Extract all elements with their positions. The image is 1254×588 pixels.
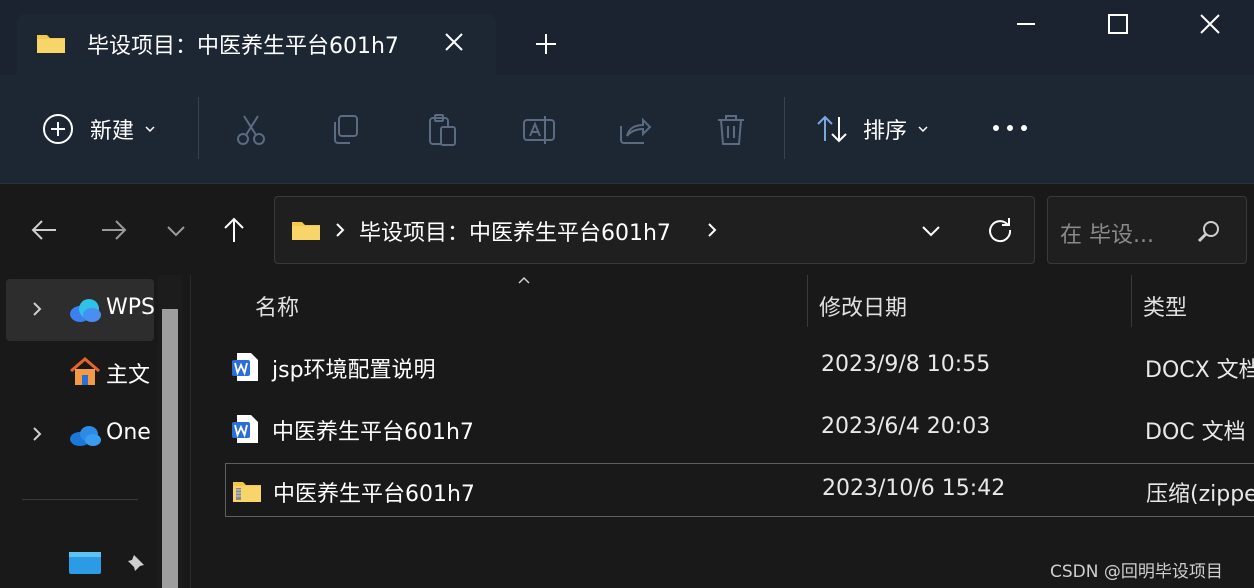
file-type: 压缩(zipped) [1146,482,1254,507]
minimize-icon[interactable] [1014,12,1038,36]
expand-chevron-icon[interactable] [30,425,44,443]
chevron-down-icon [145,126,155,133]
watermark: CSDN @回明毕设项目 [1050,562,1223,582]
file-type: DOC 文档 [1145,420,1246,445]
address-row: 毕设项目：中医养生平台601h7 在 毕设... [0,184,1254,275]
nav-scrollbar-thumb[interactable] [162,309,178,588]
title-bar: 毕设项目：中医养生平台601h7 [0,0,1254,75]
chevron-right-icon[interactable] [333,222,347,238]
column-separator[interactable] [807,275,808,327]
more-options-icon[interactable] [992,120,1028,136]
file-name: jsp环境配置说明 [272,358,436,383]
new-button-label: 新建 [90,119,135,144]
search-box[interactable]: 在 毕设... [1047,196,1247,264]
column-header-type[interactable]: 类型 [1143,290,1187,322]
column-header-name[interactable]: 名称 [255,290,299,322]
address-path[interactable]: 毕设项目：中医养生平台601h7 [359,215,671,247]
file-type: DOCX 文档 [1145,358,1254,383]
file-row[interactable]: 中医养生平台601h7 2023/10/6 15:42 压缩(zipped) [225,463,1254,517]
close-tab-icon[interactable] [442,30,466,54]
explorer-tab[interactable]: 毕设项目：中医养生平台601h7 [17,14,496,75]
new-tab-icon[interactable] [534,32,558,56]
nav-item-home[interactable]: 主文 [6,341,154,403]
sort-button-label: 排序 [863,119,908,144]
cut-icon[interactable] [233,112,269,148]
pin-icon [128,555,144,572]
toolbar-divider [784,97,785,159]
close-window-icon[interactable] [1198,12,1222,36]
file-date: 2023/9/8 10:55 [821,352,991,377]
forward-arrow-icon[interactable] [100,216,128,244]
chevron-right-icon[interactable] [705,222,719,238]
nav-item-onedrive[interactable]: One [6,404,154,466]
back-arrow-icon[interactable] [30,216,58,244]
onedrive-cloud-icon [70,426,101,446]
share-icon[interactable] [617,112,653,148]
file-row[interactable]: 中医养生平台601h7 2023/6/4 20:03 DOC 文档 [225,402,1254,456]
nav-item-label: 主文 [106,363,151,388]
delete-icon[interactable] [713,112,749,148]
nav-item-label: WPS [106,295,154,320]
wps-cloud-icon [70,299,101,322]
maximize-icon[interactable] [1106,12,1130,36]
nav-item-label: One [106,420,151,445]
file-date: 2023/6/4 20:03 [821,414,991,439]
word-document-icon [232,415,258,443]
search-placeholder: 在 毕设... [1060,223,1154,248]
rename-icon[interactable] [521,112,557,148]
address-bar[interactable]: 毕设项目：中医养生平台601h7 [274,196,1035,264]
folder-icon [37,35,65,53]
column-separator[interactable] [1131,275,1132,327]
address-history-chevron-icon[interactable] [919,219,943,243]
command-bar: 新建 排序 [0,75,1254,184]
search-icon[interactable] [1196,219,1222,245]
copy-icon[interactable] [328,112,364,148]
column-header-modified[interactable]: 修改日期 [819,290,907,322]
nav-divider [22,499,138,500]
navigation-pane: WPS 主文 One [0,275,190,588]
zip-folder-icon [233,482,261,502]
file-list: 名称 修改日期 类型 jsp环境配置说明 2023/9/8 10:55 DOCX… [190,275,1254,588]
nav-item-wps[interactable]: WPS [6,279,154,341]
desktop-icon[interactable] [68,551,102,577]
folder-icon [292,222,320,240]
sort-arrows-icon [817,115,847,143]
recent-locations-chevron-icon[interactable] [162,216,190,244]
up-arrow-icon[interactable] [220,216,248,244]
word-document-icon [232,353,258,381]
file-row[interactable]: jsp环境配置说明 2023/9/8 10:55 DOCX 文档 [225,340,1254,394]
file-name: 中医养生平台601h7 [273,482,475,507]
home-icon [70,357,100,385]
file-date: 2023/10/6 15:42 [822,476,1006,501]
toolbar-divider [198,97,199,159]
sort-button[interactable]: 排序 [815,113,929,145]
refresh-icon[interactable] [987,217,1013,243]
sort-caret-icon [518,276,530,284]
file-name: 中医养生平台601h7 [272,420,474,445]
new-button[interactable]: 新建 [42,113,156,145]
tab-title: 毕设项目：中医养生平台601h7 [87,34,399,59]
plus-circle-icon [43,114,73,144]
paste-icon[interactable] [424,112,460,148]
chevron-down-icon [918,126,928,133]
expand-chevron-icon[interactable] [30,300,44,318]
